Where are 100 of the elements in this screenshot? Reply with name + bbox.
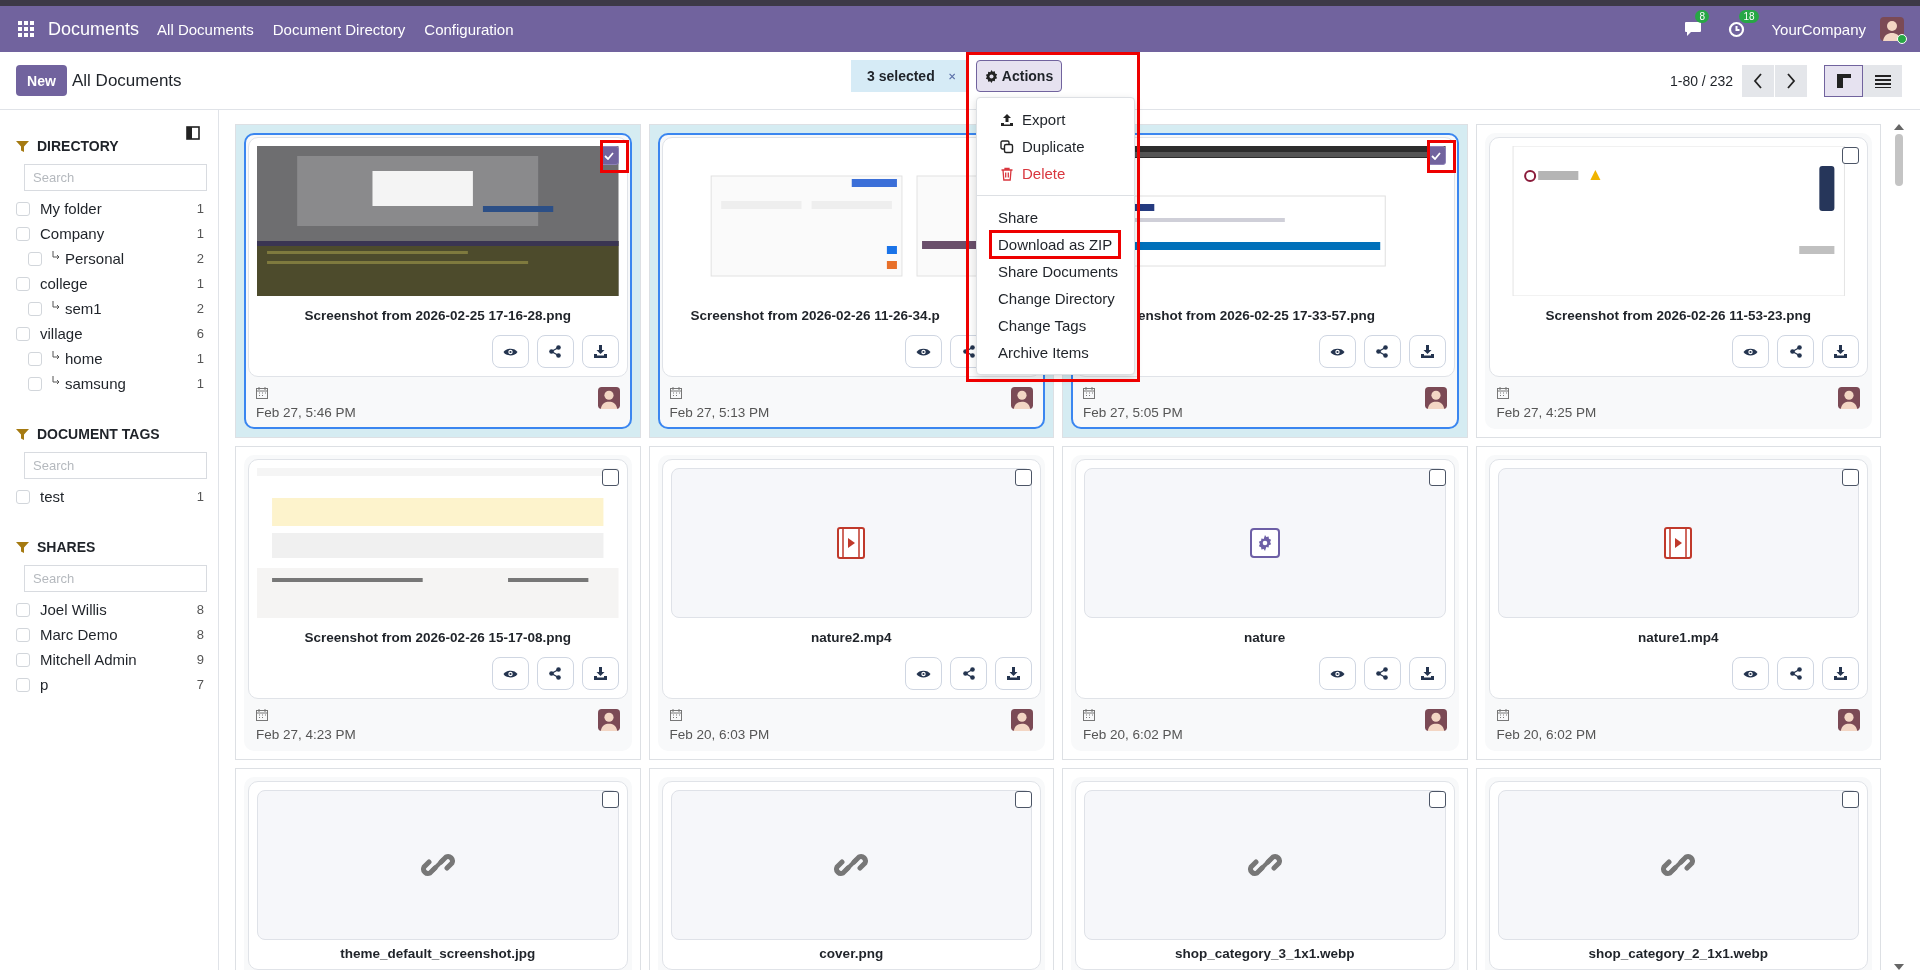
share-button[interactable]	[536, 335, 574, 368]
eye-icon	[1743, 668, 1758, 679]
nav-menu-item[interactable]: Document Directory	[272, 20, 406, 38]
counter-badge: 18	[1739, 9, 1759, 23]
share-button[interactable]	[1777, 335, 1814, 368]
filter-label[interactable]: My folder	[40, 200, 102, 217]
item-count: 2	[196, 301, 205, 316]
download-icon	[593, 667, 607, 680]
app-name[interactable]: Documents	[48, 18, 140, 40]
document-card[interactable]: Screenshot from 2026-02-25 17-16-28.png Feb 27, 5:46 PM	[235, 124, 641, 438]
preview-button[interactable]	[1732, 335, 1769, 368]
search-field[interactable]: Search	[24, 565, 207, 592]
checkbox[interactable]	[1842, 469, 1859, 486]
download-button[interactable]	[1822, 335, 1859, 368]
document-card[interactable]: Screenshot from 2026-02-26 15-17-08.png Feb 27, 4:23 PM	[235, 446, 641, 760]
section-title: SHARES	[37, 539, 96, 555]
list-view-button[interactable]	[1863, 64, 1902, 97]
filter-label[interactable]: p	[40, 676, 49, 693]
preview-button[interactable]	[491, 335, 529, 368]
filter-label[interactable]: test	[40, 488, 65, 505]
download-button[interactable]	[1408, 335, 1446, 368]
share-icon	[549, 667, 561, 680]
scroll-down-arrow-icon[interactable]	[1893, 964, 1904, 970]
document-card[interactable]: cover.png	[648, 768, 1054, 970]
document-card[interactable]: nature1.mp4 Feb 20, 6:02 PM	[1475, 446, 1881, 760]
item-count: 6	[196, 326, 205, 341]
eye-icon	[502, 346, 518, 357]
nav-menu-item[interactable]: All Documents	[157, 20, 254, 38]
calendar-icon	[669, 387, 682, 399]
download-icon	[1420, 345, 1434, 358]
document-card[interactable]: shop_category_3_1x1.webp	[1062, 768, 1468, 970]
document-card[interactable]: Screenshot from 2026-02-26 11-53-23.png Feb 27, 4:25 PM	[1475, 124, 1881, 438]
document-card[interactable]: nature2.mp4 Feb 20, 6:03 PM	[648, 446, 1054, 760]
share-button[interactable]	[1777, 657, 1814, 690]
owner-avatar	[1838, 387, 1860, 409]
search-field[interactable]: Search	[24, 164, 207, 191]
preview-button[interactable]	[491, 657, 529, 690]
checkbox[interactable]	[1842, 791, 1859, 808]
company-name[interactable]: YourCompany	[1771, 20, 1866, 38]
filter-label[interactable]: Marc Demo	[40, 626, 118, 643]
filter-label[interactable]: Personal	[65, 250, 125, 267]
owner-avatar	[1011, 709, 1033, 731]
preview-button[interactable]	[1318, 657, 1356, 690]
nav-menu-item[interactable]: Configuration	[424, 20, 514, 38]
share-button[interactable]	[1363, 335, 1401, 368]
previous-page-button[interactable]	[1742, 64, 1774, 97]
kanban-view-button[interactable]	[1824, 64, 1863, 97]
document-name: nature1.mp4	[1637, 630, 1720, 645]
checkbox[interactable]	[1015, 791, 1032, 808]
download-button[interactable]	[581, 335, 619, 368]
share-button[interactable]	[1363, 657, 1401, 690]
download-button[interactable]	[1822, 657, 1859, 690]
document-name: nature2.mp4	[810, 630, 893, 645]
checkbox[interactable]	[1842, 147, 1859, 164]
owner-avatar	[1424, 387, 1447, 409]
gear-icon	[984, 69, 998, 83]
scrollbar-thumb[interactable]	[1894, 134, 1903, 186]
preview-button[interactable]	[905, 335, 942, 368]
filter-label[interactable]: Company	[40, 225, 105, 242]
sidebar-toggle-icon[interactable]	[186, 126, 200, 140]
preview-button[interactable]	[1318, 335, 1356, 368]
document-name: Screenshot from 2026-02-26 11-26-34.p	[689, 308, 941, 323]
share-icon	[549, 345, 561, 358]
video-file-icon	[837, 527, 866, 559]
filter-label[interactable]: college	[40, 275, 88, 292]
user-avatar[interactable]	[1880, 17, 1904, 41]
share-icon	[1789, 667, 1802, 680]
chat-icon[interactable]	[1684, 21, 1703, 37]
scroll-up-arrow-icon[interactable]	[1893, 124, 1904, 130]
check-icon	[1431, 151, 1441, 160]
filter-label[interactable]: Joel Willis	[40, 601, 107, 618]
document-card[interactable]: shop_category_2_1x1.webp	[1475, 768, 1881, 970]
eye-icon	[916, 668, 931, 679]
next-page-button[interactable]	[1775, 64, 1807, 97]
checkbox[interactable]	[1015, 469, 1032, 486]
filter-label[interactable]: village	[40, 325, 83, 342]
preview-button[interactable]	[905, 657, 942, 690]
apps-menu-icon[interactable]	[18, 21, 34, 37]
clock-icon[interactable]	[1728, 20, 1746, 38]
filter-label[interactable]: Mitchell Admin	[40, 651, 137, 668]
search-field[interactable]: Search	[24, 452, 207, 479]
document-card[interactable]: nature Feb 20, 6:02 PM	[1062, 446, 1468, 760]
new-button[interactable]: New	[16, 65, 67, 96]
download-button[interactable]	[995, 657, 1032, 690]
preview-button[interactable]	[1732, 657, 1769, 690]
filter-icon	[16, 540, 29, 554]
subfolder-arrow-icon	[52, 301, 60, 310]
share-button[interactable]	[950, 657, 987, 690]
filter-label[interactable]: samsung	[65, 375, 126, 392]
download-button[interactable]	[1408, 657, 1446, 690]
item-count: 8	[196, 627, 205, 642]
download-icon	[1007, 667, 1020, 680]
filter-icon	[16, 427, 29, 441]
subfolder-arrow-icon	[52, 351, 60, 360]
filter-label[interactable]: sem1	[65, 300, 102, 317]
filter-label[interactable]: home	[65, 350, 103, 367]
actions-button[interactable]: Actions	[976, 60, 1062, 92]
download-button[interactable]	[581, 657, 619, 690]
document-card[interactable]: theme_default_screenshot.jpg	[235, 768, 641, 970]
share-button[interactable]	[536, 657, 574, 690]
